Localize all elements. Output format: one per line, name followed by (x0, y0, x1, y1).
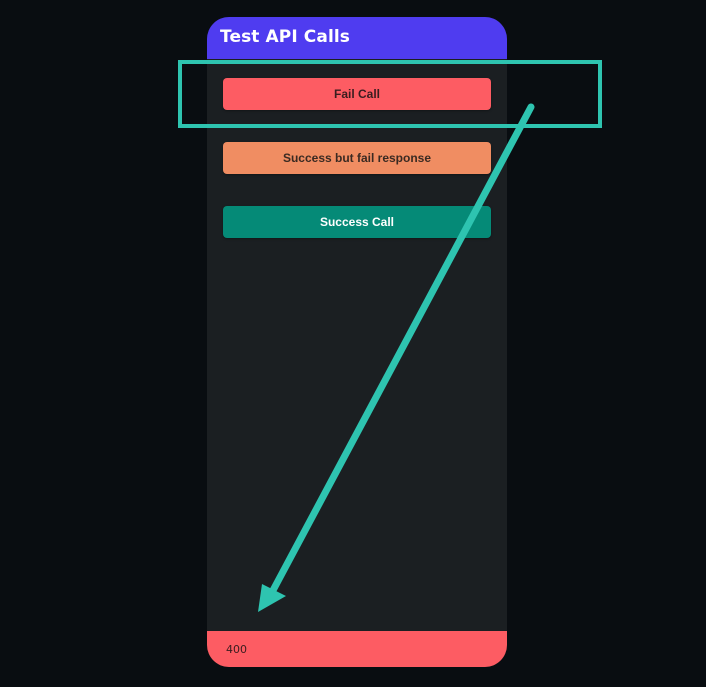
app-header: Test API Calls (207, 17, 507, 59)
status-code: 400 (226, 643, 247, 656)
screenshot-stage: Test API Calls Fail Call Success but fai… (0, 0, 706, 687)
status-bar: 400 (207, 631, 507, 667)
app-window: Test API Calls Fail Call Success but fai… (207, 17, 507, 667)
fail-call-button[interactable]: Fail Call (223, 78, 491, 110)
app-title: Test API Calls (220, 27, 351, 47)
success-call-button[interactable]: Success Call (223, 206, 491, 238)
success-fail-response-button[interactable]: Success but fail response (223, 142, 491, 174)
